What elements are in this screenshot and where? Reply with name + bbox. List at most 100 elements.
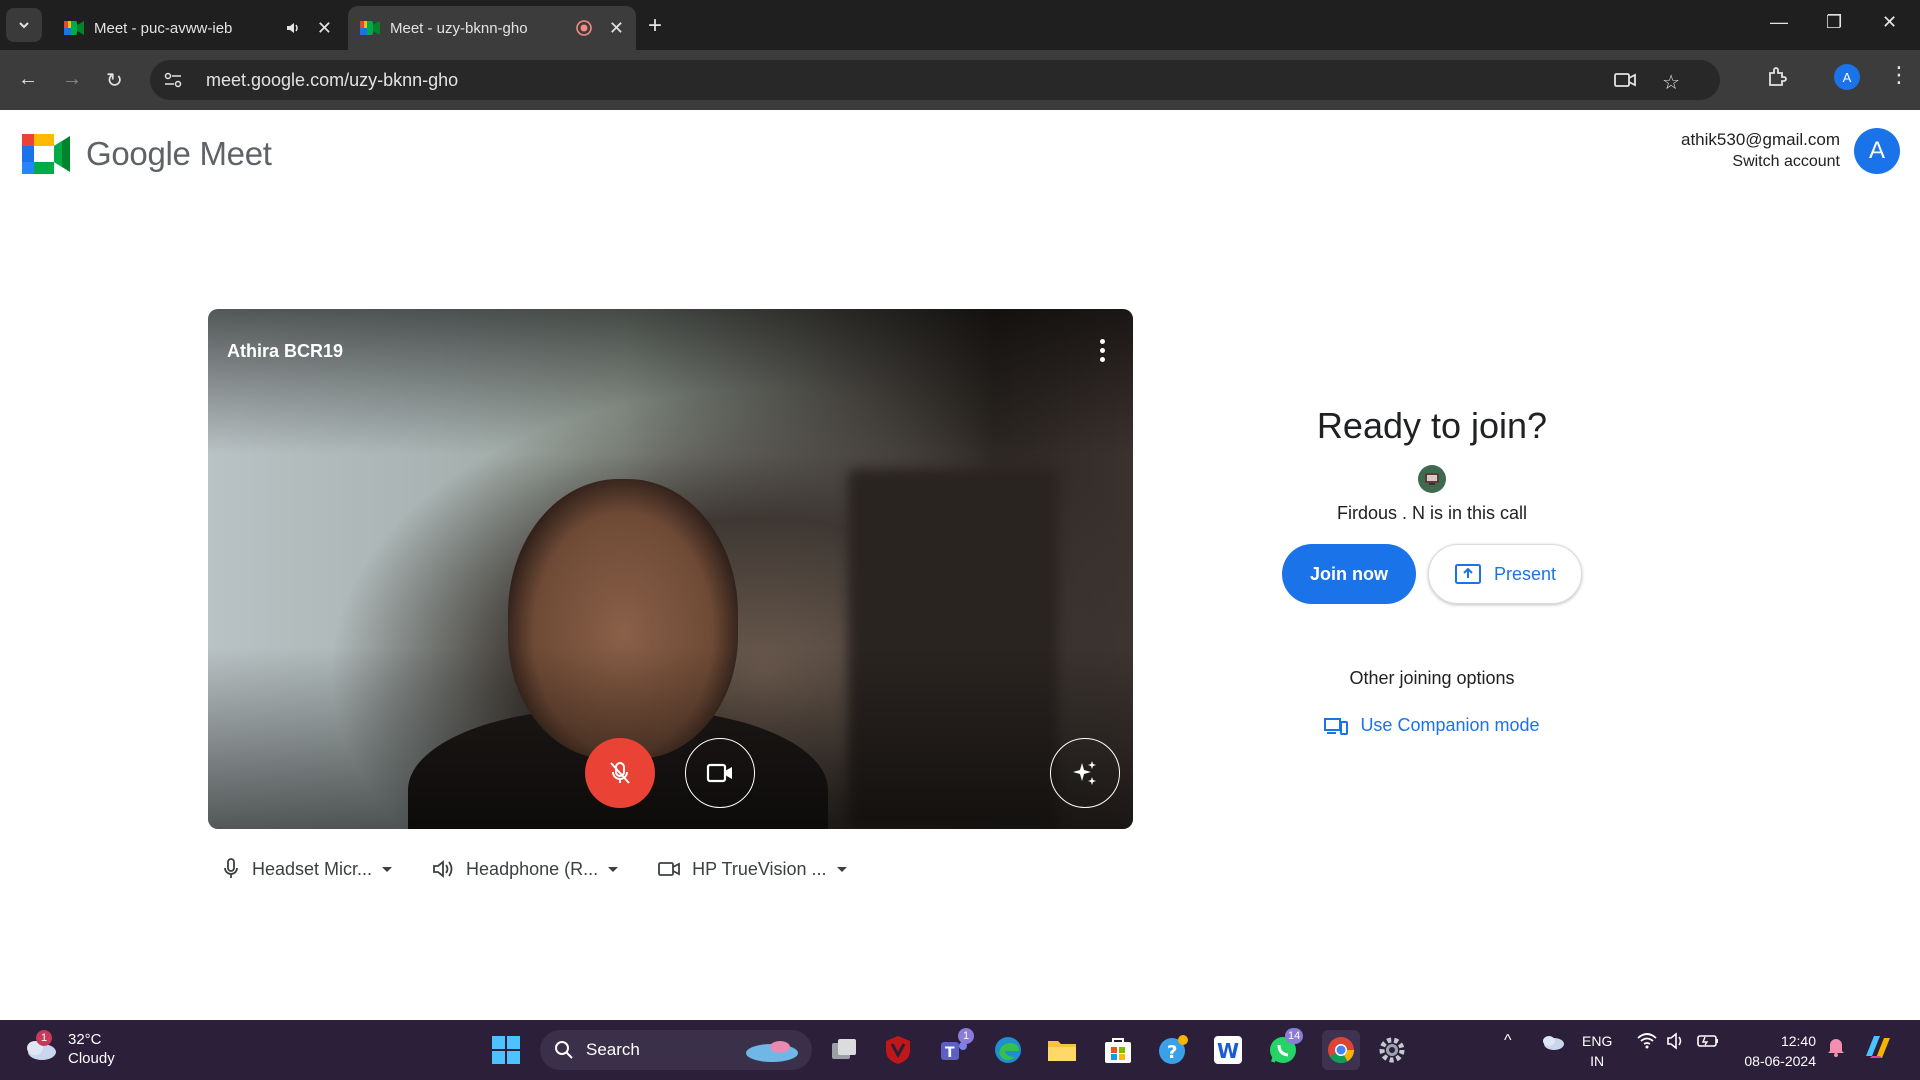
restore-icon[interactable]: ❐ — [1826, 12, 1842, 33]
bookmark-star-icon[interactable]: ☆ — [1662, 70, 1680, 95]
minimize-icon[interactable]: — — [1770, 12, 1788, 33]
clock-time: 12:40 — [1780, 1033, 1816, 1049]
companion-devices-icon — [1324, 717, 1349, 735]
teams-app[interactable]: T 1 — [938, 1028, 974, 1066]
weather-badge: 1 — [36, 1030, 52, 1046]
notification-bell-icon[interactable] — [1826, 1036, 1846, 1063]
settings-app[interactable] — [1376, 1034, 1408, 1066]
camera-in-use-icon[interactable] — [1614, 70, 1636, 95]
speaker-selector[interactable]: Headphone (R... — [432, 858, 619, 880]
other-joining-options-heading: Other joining options — [1349, 668, 1515, 688]
whatsapp-badge: 14 — [1285, 1028, 1304, 1044]
url-text: meet.google.com/uzy-bknn-gho — [206, 69, 459, 90]
taskbar-search[interactable]: Search — [540, 1030, 812, 1070]
wifi-icon[interactable] — [1636, 1032, 1658, 1055]
svg-text:T: T — [945, 1045, 955, 1061]
language-code: ENG — [1582, 1033, 1613, 1049]
browser-menu-icon[interactable]: ⋮ — [1888, 62, 1910, 88]
svg-text:W: W — [1217, 1039, 1239, 1063]
ready-heading: Ready to join? — [1316, 405, 1548, 446]
battery-icon[interactable] — [1696, 1032, 1720, 1055]
tab-search-button[interactable] — [6, 8, 42, 42]
speaker-label: Headphone (R... — [466, 858, 599, 879]
back-arrow-icon[interactable]: ← — [18, 68, 38, 91]
account-info: athik530@gmail.com Switch account — [1681, 130, 1840, 171]
dropdown-caret-icon — [608, 866, 619, 872]
mcafee-shield-icon — [886, 1036, 910, 1064]
onedrive-icon[interactable] — [1540, 1032, 1566, 1057]
google-meet-logo[interactable]: Google Meet — [22, 134, 272, 174]
extensions-icon[interactable] — [1766, 66, 1788, 93]
address-bar[interactable]: meet.google.com/uzy-bknn-gho ☆ — [150, 60, 1720, 100]
task-view-button[interactable] — [828, 1034, 860, 1066]
microphone-selector[interactable]: Headset Micr... — [222, 858, 393, 880]
reload-icon[interactable]: ↻ — [106, 68, 123, 93]
weather-temp: 32°C — [68, 1031, 102, 1048]
camera-toggle-button[interactable] — [685, 738, 755, 808]
volume-icon[interactable] — [1666, 1032, 1688, 1055]
present-button[interactable]: Present — [1428, 544, 1582, 604]
close-tab-icon[interactable]: ✕ — [317, 18, 332, 39]
close-window-icon[interactable]: ✕ — [1882, 12, 1897, 33]
store-icon — [1105, 1038, 1131, 1063]
speaker-icon — [432, 859, 454, 879]
file-explorer-app[interactable] — [1046, 1034, 1078, 1066]
get-help-app[interactable]: ? — [1157, 1034, 1189, 1066]
mcafee-app[interactable] — [882, 1034, 914, 1066]
close-tab-icon[interactable]: ✕ — [609, 18, 624, 39]
start-button[interactable] — [490, 1034, 522, 1066]
switch-account-link[interactable]: Switch account — [1681, 153, 1840, 171]
browser-tab-bar: Meet - puc-avww-ieb ✕ Meet - uzy-bknn-gh… — [0, 0, 1920, 50]
browser-toolbar: ← → ↻ meet.google.com/uzy-bknn-gho ☆ A ⋮ — [0, 50, 1920, 110]
participant-avatar — [1418, 465, 1446, 493]
whatsapp-app[interactable]: 14 — [1267, 1028, 1304, 1066]
account-avatar[interactable]: A — [1854, 128, 1900, 174]
recording-icon — [575, 19, 593, 37]
camera-icon — [706, 763, 732, 783]
site-info-icon[interactable] — [164, 72, 188, 88]
search-highlight-icon — [746, 1041, 798, 1062]
search-icon — [555, 1041, 573, 1059]
weather-desc: Cloudy — [68, 1050, 115, 1067]
companion-mode-link[interactable]: Use Companion mode — [1232, 715, 1632, 736]
chrome-app[interactable] — [1322, 1030, 1360, 1070]
forward-arrow-icon[interactable]: → — [62, 68, 82, 91]
more-options-icon[interactable] — [1100, 339, 1105, 362]
word-app[interactable]: W — [1212, 1034, 1244, 1066]
cloud-icon: 1 — [22, 1030, 58, 1064]
sparkle-icon — [1073, 761, 1096, 785]
microphone-label: Headset Micr... — [252, 858, 373, 879]
tab-title: Meet - puc-avww-ieb — [94, 19, 233, 37]
edge-app[interactable] — [992, 1034, 1024, 1066]
store-app[interactable] — [1102, 1034, 1134, 1066]
clock[interactable]: 12:40 08-06-2024 — [1744, 1031, 1816, 1071]
self-video-preview: Athira BCR19 — [208, 309, 1133, 829]
speaker-playing-icon[interactable] — [285, 20, 301, 36]
camera-selector[interactable]: HP TrueVision ... — [658, 859, 847, 880]
chevron-down-icon — [19, 22, 29, 29]
mic-off-icon — [610, 762, 630, 784]
meet-logo-icon — [22, 134, 70, 174]
language-indicator[interactable]: ENG IN — [1582, 1031, 1612, 1071]
profile-initial: A — [1834, 64, 1860, 90]
show-hidden-icons-chevron-icon[interactable]: ^ — [1504, 1032, 1512, 1050]
participants-in-call-text: Firdous . N is in this call — [1336, 503, 1528, 523]
device-selectors: Headset Micr... Headphone (R... HP TrueV… — [222, 858, 887, 880]
tab-meet-uzy[interactable]: Meet - uzy-bknn-gho ✕ — [348, 6, 636, 50]
video-camera-icon — [658, 860, 681, 878]
mic-toggle-button[interactable] — [585, 738, 655, 808]
tab-meet-puc[interactable]: Meet - puc-avww-ieb ✕ — [52, 6, 344, 50]
teams-badge: 1 — [958, 1028, 974, 1044]
new-tab-icon[interactable]: + — [648, 12, 662, 40]
svg-text:?: ? — [1167, 1042, 1177, 1063]
visual-effects-button[interactable] — [1050, 738, 1120, 808]
dropdown-caret-icon — [382, 866, 393, 872]
profile-avatar[interactable]: A — [1834, 64, 1860, 90]
copilot-icon[interactable] — [1862, 1032, 1894, 1067]
join-now-button[interactable]: Join now — [1282, 544, 1416, 604]
weather-widget[interactable]: 1 32°C Cloudy — [22, 1030, 115, 1068]
join-panel: Ready to join? Firdous . N is in this ca… — [1232, 405, 1632, 736]
brand-wordmark: Google Meet — [86, 135, 272, 172]
folder-icon — [1048, 1041, 1076, 1061]
search-label: Search — [586, 1040, 640, 1059]
